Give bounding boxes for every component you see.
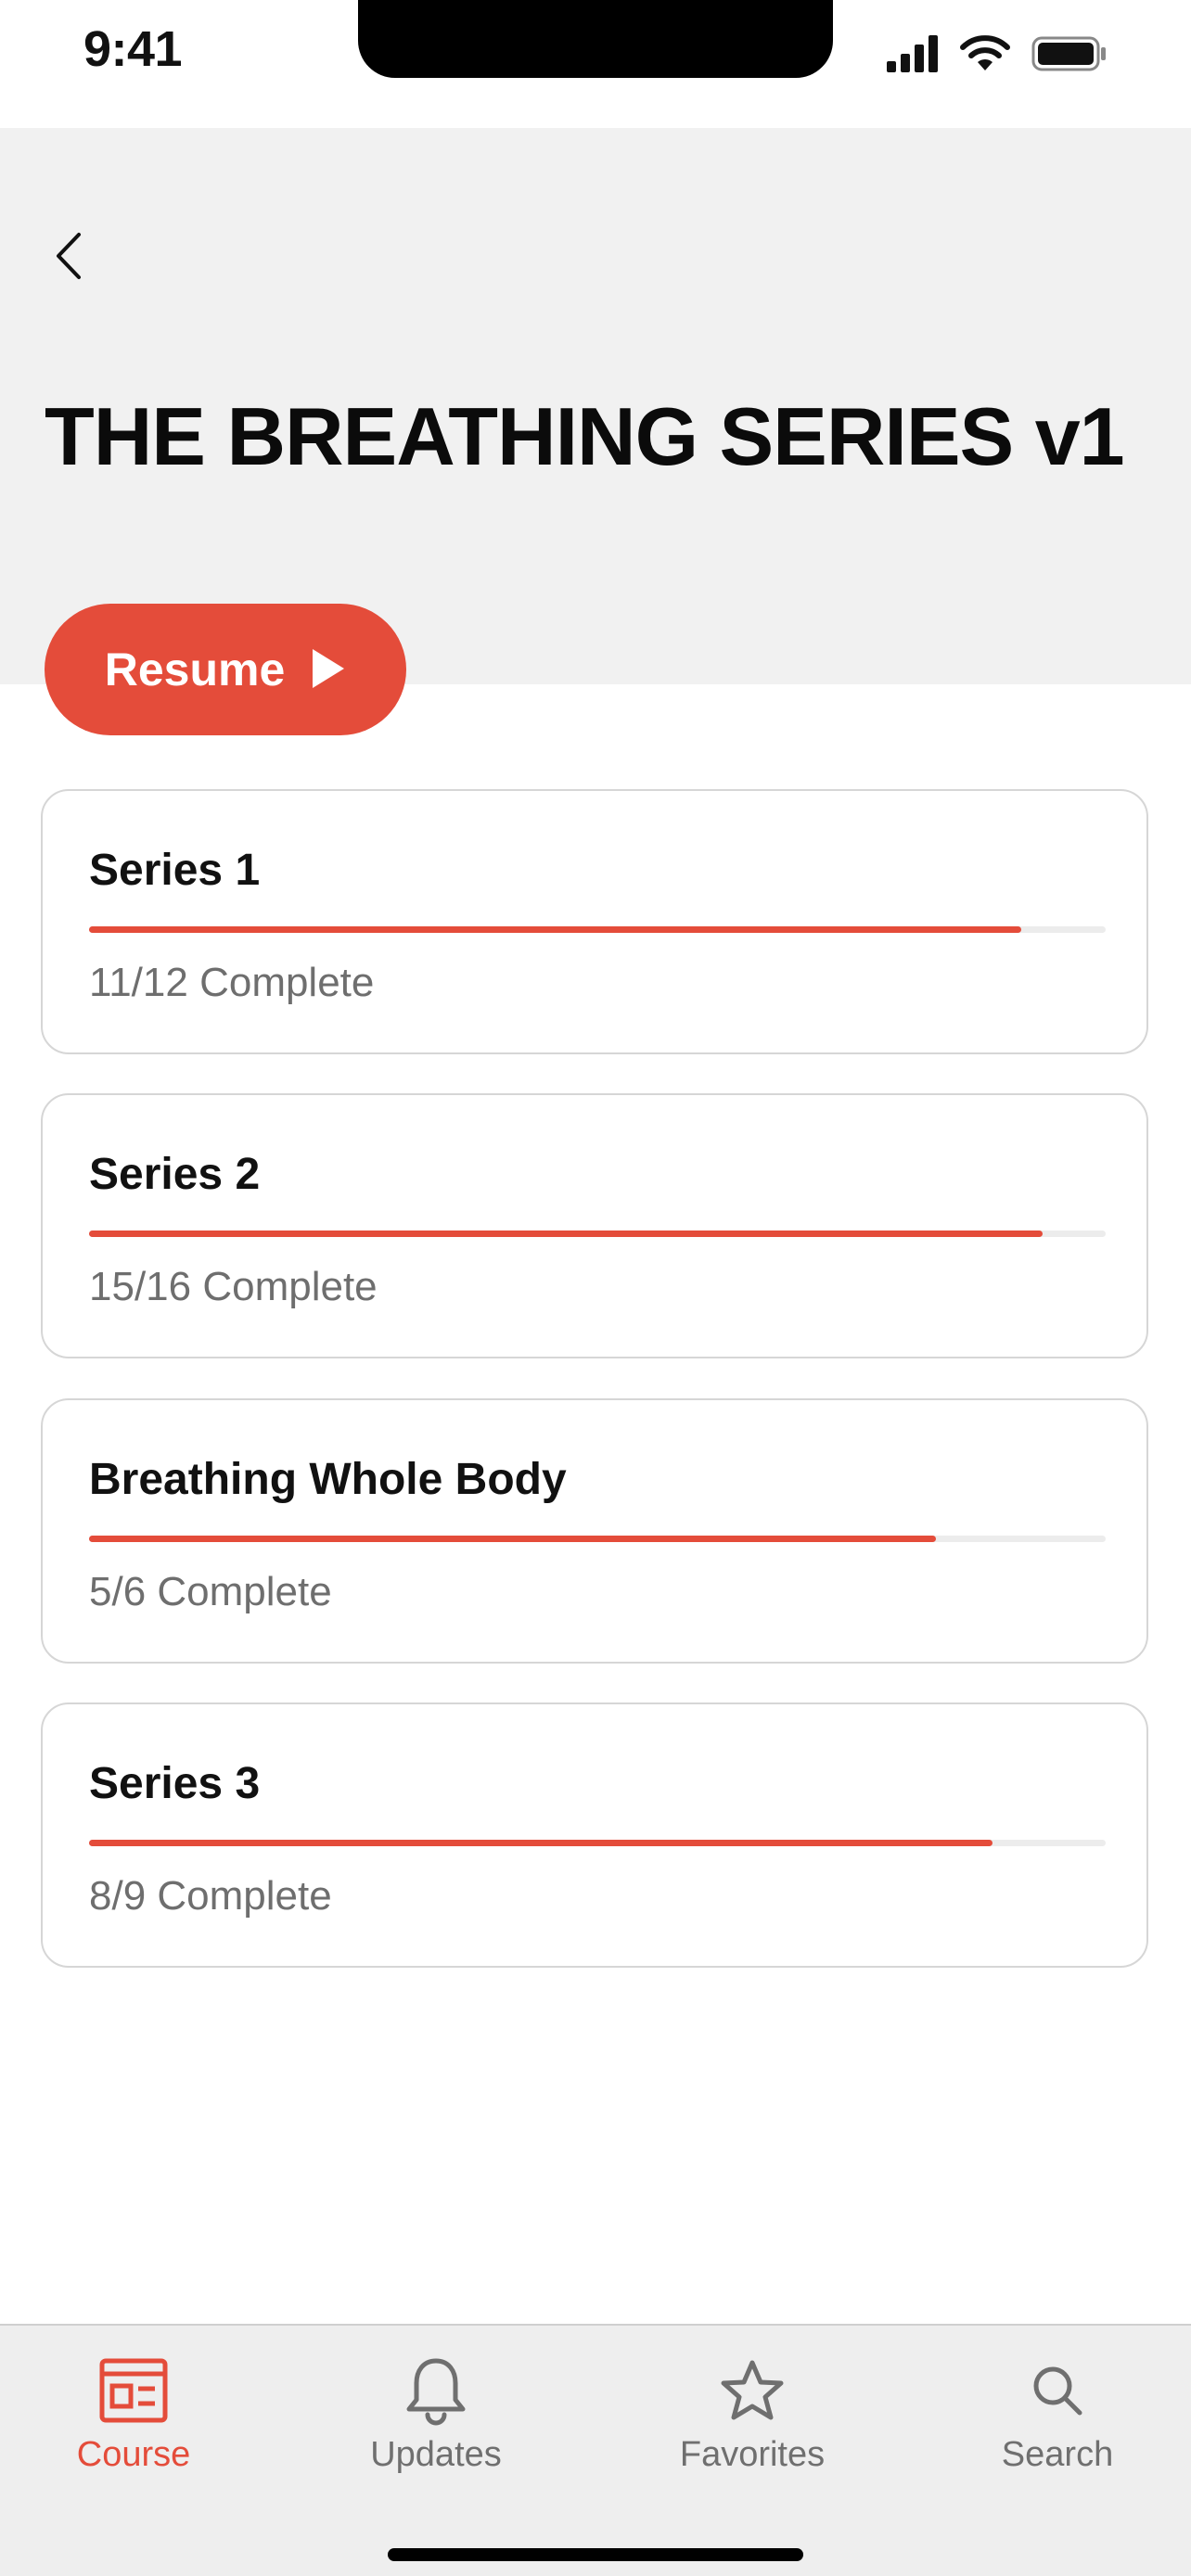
chevron-left-icon	[55, 232, 83, 285]
tab-label: Updates	[370, 2435, 502, 2474]
tab-label: Course	[76, 2435, 191, 2474]
series-card[interactable]: Series 2 15/16 Complete	[41, 1093, 1148, 1358]
resume-button[interactable]: Resume	[45, 604, 406, 735]
progress-fill	[89, 1231, 1043, 1237]
status-time: 9:41	[83, 21, 183, 77]
device-notch	[358, 0, 833, 78]
bell-icon	[399, 2353, 473, 2428]
home-indicator	[388, 2548, 803, 2561]
screen: 9:41 THE BREATHING SERIES v1 Resume Seri…	[0, 0, 1191, 2576]
star-icon	[715, 2353, 789, 2428]
progress-bar	[89, 1231, 1106, 1237]
series-status: 5/6 Complete	[89, 1569, 332, 1614]
status-icons	[887, 35, 1108, 77]
resume-label: Resume	[104, 644, 286, 695]
series-card[interactable]: Series 3 8/9 Complete	[41, 1702, 1148, 1968]
status-bar: 9:41	[0, 0, 1191, 128]
tab-label: Favorites	[679, 2435, 826, 2474]
series-card[interactable]: Series 1 11/12 Complete	[41, 789, 1148, 1054]
wifi-icon	[959, 35, 1011, 77]
series-status: 11/12 Complete	[89, 960, 375, 1005]
progress-bar	[89, 1840, 1106, 1846]
series-status: 8/9 Complete	[89, 1873, 332, 1919]
play-icon	[311, 647, 346, 693]
page-title: THE BREATHING SERIES v1	[45, 390, 1125, 482]
course-icon	[96, 2353, 171, 2428]
series-title: Breathing Whole Body	[89, 1455, 567, 1504]
progress-fill	[89, 1840, 993, 1846]
progress-fill	[89, 926, 1022, 933]
cellular-signal-icon	[887, 35, 939, 77]
tab-search[interactable]: Search	[983, 2326, 1132, 2502]
progress-fill	[89, 1536, 936, 1542]
series-status: 15/16 Complete	[89, 1264, 378, 1309]
battery-icon	[1031, 35, 1108, 77]
progress-bar	[89, 926, 1106, 933]
tab-favorites[interactable]: Favorites	[664, 2326, 840, 2502]
tab-updates[interactable]: Updates	[352, 2326, 519, 2502]
tab-course[interactable]: Course	[59, 2326, 208, 2502]
course-header: THE BREATHING SERIES v1	[0, 128, 1191, 684]
search-icon	[1020, 2353, 1095, 2428]
progress-bar	[89, 1536, 1106, 1542]
tab-label: Search	[1001, 2435, 1114, 2474]
series-card[interactable]: Breathing Whole Body 5/6 Complete	[41, 1398, 1148, 1664]
series-title: Series 1	[89, 846, 261, 895]
back-button[interactable]	[41, 221, 96, 295]
tab-bar: Course Updates Favorites Search	[0, 2324, 1191, 2576]
series-title: Series 2	[89, 1150, 261, 1199]
series-title: Series 3	[89, 1759, 261, 1808]
